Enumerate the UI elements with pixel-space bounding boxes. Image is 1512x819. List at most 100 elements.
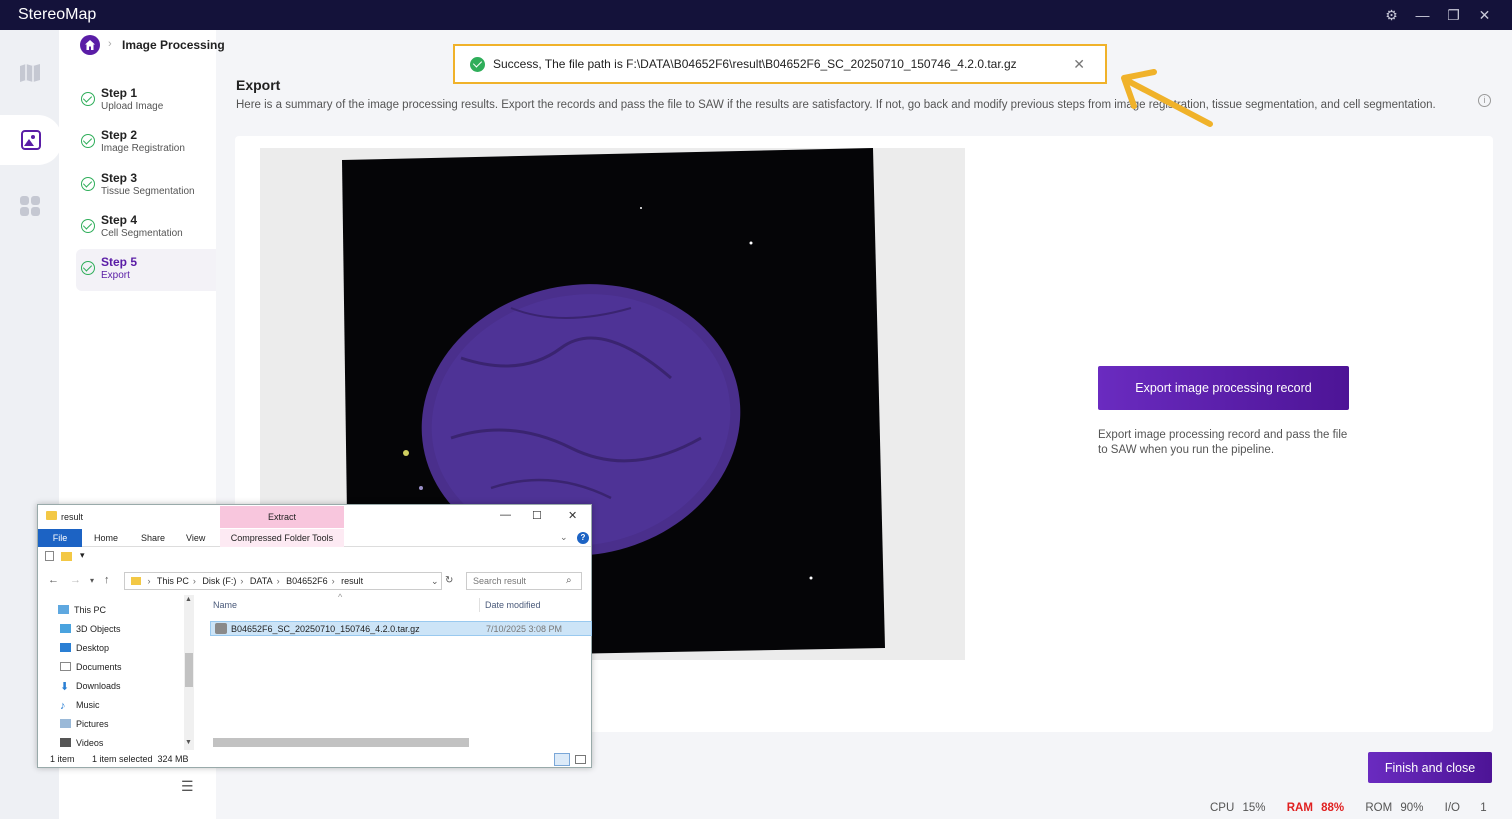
help-icon[interactable]: ? — [577, 532, 589, 544]
customize-toolbar-icon[interactable]: ▾ — [80, 550, 85, 561]
file-date: 7/10/2025 3:08 PM — [486, 624, 563, 634]
forward-icon[interactable]: → — [70, 574, 81, 586]
recent-locations-icon[interactable]: ▾ — [90, 576, 94, 585]
tree-item-pictures[interactable]: Pictures — [60, 717, 109, 731]
ram-value: 88% — [1321, 802, 1345, 814]
explorer-minimize-button[interactable]: — — [500, 509, 511, 521]
ribbon-tab-home[interactable]: Home — [94, 533, 118, 543]
column-divider — [479, 598, 480, 612]
navigation-scroll-thumb[interactable] — [185, 653, 193, 687]
status-selection: 1 item selected 324 MB — [92, 754, 189, 764]
breadcrumb-separator: › — [108, 38, 112, 50]
address-segment[interactable]: DATA — [250, 576, 273, 586]
cpu-label: CPU — [1210, 802, 1235, 814]
ram-label: RAM — [1286, 802, 1313, 814]
back-icon[interactable]: ← — [48, 574, 59, 586]
address-segment[interactable]: result — [341, 576, 363, 586]
step-number: Step 2 — [101, 128, 138, 142]
large-icons-view-icon[interactable] — [575, 755, 586, 764]
step-tissue-segmentation[interactable]: Step 3 Tissue Segmentation — [76, 165, 216, 207]
address-segment[interactable]: This PC — [157, 576, 189, 586]
window-controls: ⚙ — ❐ ✕ — [1376, 0, 1500, 30]
export-record-button[interactable]: Export image processing record — [1098, 366, 1349, 410]
step-export[interactable]: Step 5 Export — [76, 249, 216, 291]
breadcrumb-title: Image Processing — [122, 38, 225, 52]
address-bar[interactable]: › This PC › Disk (F:) › DATA › B04652F6 › re… — [124, 572, 442, 590]
explorer-close-button[interactable]: ✕ — [568, 509, 577, 522]
annotation-arrow-icon — [1121, 69, 1213, 127]
scroll-down-icon[interactable]: ▼ — [185, 739, 192, 746]
step-image-registration[interactable]: Step 2 Image Registration — [76, 122, 216, 164]
step-cell-segmentation[interactable]: Step 4 Cell Segmentation — [76, 207, 216, 249]
tree-item-documents[interactable]: Documents — [60, 660, 122, 674]
step-label: Upload Image — [101, 101, 164, 112]
status-item-count: 1 item — [50, 754, 75, 764]
step-label: Export — [101, 270, 130, 281]
rail-map-icon[interactable] — [0, 48, 59, 98]
new-folder-icon[interactable] — [61, 552, 72, 561]
file-row[interactable]: B04652F6_SC_20250710_150746_4.2.0.tar.gz… — [210, 621, 592, 636]
io-value: 1 — [1480, 802, 1487, 814]
step-upload-image[interactable]: Step 1 Upload Image — [76, 80, 216, 122]
success-toast: Success, The file path is F:\DATA\B04652… — [453, 44, 1107, 84]
settings-icon[interactable]: ⚙ — [1376, 7, 1407, 24]
tree-item-desktop[interactable]: Desktop — [60, 641, 109, 655]
tree-item-3d-objects[interactable]: 3D Objects — [60, 622, 121, 636]
address-bar-row: ← → ▾ ↑ › This PC › Disk (F:) › DATA › B046… — [38, 570, 591, 592]
archive-file-icon — [215, 623, 227, 634]
column-header-name[interactable]: Name — [213, 600, 237, 610]
refresh-icon[interactable]: ↻ — [445, 575, 453, 586]
address-dropdown-icon[interactable]: ⌄ — [431, 576, 439, 587]
minimize-button[interactable]: — — [1407, 7, 1438, 23]
explorer-status-bar: 1 item 1 item selected 324 MB — [38, 752, 591, 768]
rail-image-processing-icon[interactable] — [0, 115, 62, 165]
ribbon-tab-file[interactable]: File — [38, 529, 82, 547]
search-input[interactable]: Search result — [466, 572, 582, 590]
quick-access-toolbar: ▾ — [38, 548, 591, 566]
scroll-up-icon[interactable]: ▲ — [185, 596, 192, 603]
column-header-date[interactable]: Date modified — [485, 600, 541, 610]
file-list: ^ Name Date modified B04652F6_SC_2025071… — [210, 592, 592, 745]
navigation-pane: This PC 3D Objects Desktop Documents ⬇ Do… — [38, 595, 196, 750]
menu-icon[interactable]: ☰ — [181, 778, 194, 795]
up-icon[interactable]: ↑ — [104, 574, 110, 586]
home-icon[interactable] — [80, 35, 100, 55]
file-list-hscroll-thumb[interactable] — [213, 738, 469, 747]
tree-item-downloads[interactable]: ⬇ Downloads — [60, 679, 121, 693]
rail-apps-icon[interactable] — [0, 181, 59, 231]
folder-icon — [131, 577, 141, 585]
tree-item-music[interactable]: ♪ Music — [60, 698, 100, 712]
extract-tab[interactable]: Extract — [220, 506, 344, 528]
info-icon[interactable]: i — [1478, 94, 1491, 107]
pictures-icon — [60, 719, 71, 728]
videos-icon — [60, 738, 71, 747]
check-icon — [81, 219, 95, 233]
ribbon-tab-view[interactable]: View — [186, 533, 205, 543]
ribbon-expand-icon[interactable]: ⌄ — [560, 532, 568, 543]
tree-label: Videos — [76, 738, 104, 748]
check-icon — [81, 134, 95, 148]
toast-message: Success, The file path is F:\DATA\B04652… — [493, 57, 1017, 71]
step-number: Step 5 — [101, 255, 138, 269]
address-segment[interactable]: B04652F6 — [286, 576, 328, 586]
ribbon-tab-share[interactable]: Share — [141, 533, 165, 543]
music-icon: ♪ — [60, 700, 66, 712]
explorer-maximize-button[interactable]: ☐ — [532, 509, 542, 522]
ribbon-tab-compressed-tools[interactable]: Compressed Folder Tools — [220, 529, 344, 547]
tree-item-this-pc[interactable]: This PC — [58, 603, 106, 617]
toast-close-icon[interactable]: ✕ — [1073, 56, 1085, 73]
export-description: Here is a summary of the image processin… — [236, 99, 1436, 111]
restore-button[interactable]: ❐ — [1438, 7, 1469, 24]
address-segment[interactable]: Disk (F:) — [202, 576, 236, 586]
rom-label: ROM — [1365, 802, 1393, 814]
close-button[interactable]: ✕ — [1469, 7, 1500, 24]
finish-close-button[interactable]: Finish and close — [1368, 752, 1492, 783]
tree-label: Desktop — [76, 643, 110, 653]
step-number: Step 4 — [101, 213, 138, 227]
tree-label: Documents — [76, 662, 122, 672]
tree-item-videos[interactable]: Videos — [60, 736, 103, 750]
export-note: Export image processing record and pass … — [1098, 429, 1348, 456]
folder-icon — [46, 511, 57, 520]
details-view-icon[interactable] — [554, 753, 570, 766]
properties-icon[interactable] — [45, 551, 54, 561]
